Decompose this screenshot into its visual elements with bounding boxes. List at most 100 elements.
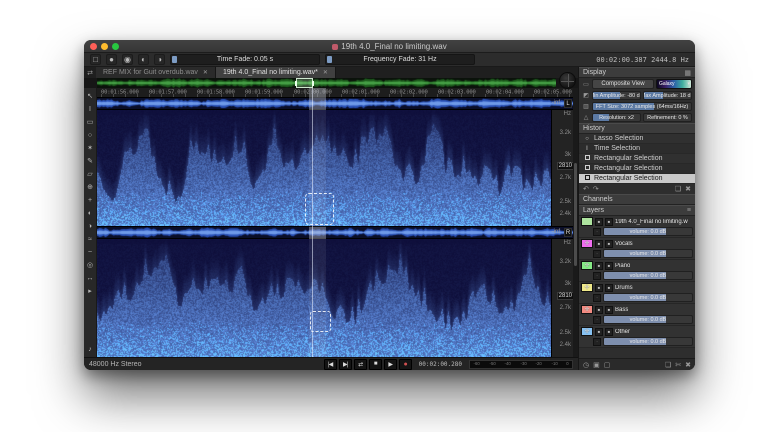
tool-clone-stamp-icon[interactable]: ⊕ (85, 182, 96, 192)
duplicate-icon[interactable]: ❏ (675, 185, 681, 193)
overview-navigator[interactable] (84, 78, 578, 88)
unlink-channels-icon[interactable]: ▢ (604, 361, 611, 369)
history-item-lasso[interactable]: ○Lasso Selection (579, 134, 695, 144)
frequency-fade-slider[interactable]: Frequency Fade: 31 Hz (325, 54, 475, 65)
colormap-select[interactable]: Galaxy ▾ (656, 79, 692, 89)
tool-transform-icon[interactable]: ↖ (85, 91, 96, 101)
spectrogram-canvas-left[interactable] (97, 110, 551, 226)
subtract-selection-icon[interactable]: ◐ (138, 54, 149, 65)
automation-toggle[interactable]: · (593, 338, 601, 346)
tool-playback-icon[interactable]: ▸ (85, 286, 96, 296)
waveform-right[interactable] (97, 227, 578, 238)
visibility-toggle[interactable]: ■ (595, 306, 603, 314)
composite-view-button[interactable]: Composite View (592, 79, 654, 89)
resolution-slider[interactable]: Resolution: x2 (592, 113, 641, 122)
link-channels-icon[interactable]: ▣ (593, 361, 600, 369)
fft-size-slider[interactable]: FFT Size: 3072 samples (64ms/16Hz) (592, 102, 692, 111)
visibility-toggle[interactable]: ■ (595, 284, 603, 292)
tool-magic-wand-icon[interactable]: ✶ (85, 143, 96, 153)
history-panel-header[interactable]: History (579, 123, 695, 134)
layer-volume-slider[interactable]: volume: 0.0 dB (603, 249, 693, 258)
automation-toggle[interactable]: · (593, 316, 601, 324)
close-tab-icon[interactable]: ✕ (323, 69, 328, 76)
automation-toggle[interactable]: · (593, 272, 601, 280)
min-amplitude-slider[interactable]: Min Amplitude: -80 dB (592, 91, 641, 100)
history-item-rect-2[interactable]: Rectangular Selection (579, 164, 695, 174)
tool-monitor-icon[interactable]: ♪ (85, 344, 96, 354)
vertical-scrollbar[interactable] (573, 88, 578, 357)
waveform-strip-left[interactable]: -inf L (97, 98, 578, 110)
tool-lasso-selection-icon[interactable]: ○ (85, 130, 96, 140)
tab-ref-mix[interactable]: REF MIX for Guit overdub.wav ✕ (96, 67, 216, 78)
undo-icon[interactable]: ↶ (583, 185, 589, 193)
tool-burn-icon[interactable]: ◑ (85, 221, 96, 231)
layer-row-piano[interactable]: ✛ ■ ■ Piano · volume: 0.0 dB (579, 260, 695, 282)
layer-row-other[interactable]: ✛ ■ ■ Other · volume: 0.0 dB (579, 326, 695, 348)
tool-smooth-icon[interactable]: ≈ (85, 234, 96, 244)
waveform-left[interactable] (97, 98, 578, 109)
tool-brush-icon[interactable]: ✎ (85, 156, 96, 166)
max-amplitude-slider[interactable]: Max Amplitude: 18 dB (643, 91, 692, 100)
layer-color-swatch[interactable]: ✛ (581, 261, 593, 270)
new-layer-icon[interactable]: ❏ (665, 361, 671, 369)
layer-row-drums[interactable]: ✛ ■ ■ Drums · volume: 0.0 dB (579, 282, 695, 304)
layer-volume-slider[interactable]: volume: 0.0 dB (603, 293, 693, 302)
tool-heal-icon[interactable]: + (85, 195, 96, 205)
slider-handle[interactable] (172, 56, 177, 63)
layer-row-vocals[interactable]: ✛ ■ ■ Vocals · volume: 0.0 dB (579, 238, 695, 260)
tab-overflow-icon[interactable]: ⇄ (84, 67, 96, 78)
layer-color-swatch[interactable]: ✛ (581, 327, 593, 336)
display-panel-header[interactable]: Display ▦ (579, 67, 695, 78)
navigator-handle-right[interactable] (312, 81, 314, 86)
go-to-end-button[interactable]: ▶| (339, 359, 352, 370)
layer-color-swatch[interactable]: ✛ (581, 283, 593, 292)
layer-row-bass[interactable]: ✛ ■ ■ Bass · volume: 0.0 dB (579, 304, 695, 326)
solo-toggle[interactable]: ■ (605, 262, 613, 270)
automation-toggle[interactable]: · (593, 294, 601, 302)
visibility-toggle[interactable]: ■ (595, 328, 603, 336)
tool-time-selection-icon[interactable]: Ι (85, 104, 96, 114)
time-ruler[interactable]: 00:01:56.000 00:01:57.000 00:01:58.000 0… (97, 88, 578, 98)
loop-button[interactable]: ⇄ (354, 359, 367, 370)
solo-toggle[interactable]: ■ (605, 306, 613, 314)
solo-toggle[interactable]: ■ (605, 218, 613, 226)
panel-menu-icon[interactable]: ▦ (684, 69, 691, 77)
tool-eraser-icon[interactable]: ▱ (85, 169, 96, 179)
selection-tool-icon[interactable]: □ (90, 54, 101, 65)
layer-color-swatch[interactable]: ✛ (581, 305, 593, 314)
layer-volume-slider[interactable]: volume: 0.0 dB (603, 271, 693, 280)
spectrogram-left[interactable]: Hz 3.2k 3k 2810 2.7k 2.5k 2.4k (97, 110, 578, 227)
refinement-slider[interactable]: Refinement: 0 % (643, 113, 692, 122)
solo-toggle[interactable]: ■ (605, 240, 613, 248)
scrollbar-thumb[interactable] (574, 163, 577, 265)
layers-panel-header[interactable]: Layers ≡ (579, 205, 695, 216)
record-button[interactable]: ● (399, 359, 412, 370)
go-to-start-button[interactable]: |◀ (324, 359, 337, 370)
time-fade-slider[interactable]: Time Fade: 0.05 s (170, 54, 320, 65)
solo-toggle[interactable]: ■ (605, 328, 613, 336)
layer-volume-slider[interactable]: volume: 0.0 dB (603, 337, 693, 346)
visibility-toggle[interactable]: ■ (595, 218, 603, 226)
group-volume-slider[interactable]: volume: 0.0 dB (603, 227, 693, 236)
navigation-knob[interactable] (559, 72, 576, 89)
tool-zoom-icon[interactable]: ◎ (85, 260, 96, 270)
slider-handle[interactable] (327, 56, 332, 63)
menu-icon[interactable]: ≡ (687, 207, 691, 214)
automation-toggle[interactable]: · (593, 228, 601, 236)
tool-pan-icon[interactable]: ↔ (85, 273, 96, 283)
tool-rectangular-selection-icon[interactable]: ▭ (85, 117, 96, 127)
navigator-view-window[interactable] (296, 78, 313, 88)
add-selection-icon[interactable]: ◉ (122, 54, 133, 65)
redo-icon[interactable]: ↷ (593, 185, 599, 193)
history-item-rect-1[interactable]: Rectangular Selection (579, 154, 695, 164)
history-state-icon[interactable]: ◷ (583, 361, 589, 369)
layer-color-swatch[interactable]: ✛ (581, 239, 593, 248)
cut-layer-icon[interactable]: ✄ (675, 361, 681, 369)
play-button[interactable]: ▶ (384, 359, 397, 370)
close-tab-icon[interactable]: ✕ (203, 69, 208, 76)
tool-amplify-icon[interactable]: ~ (85, 247, 96, 257)
visibility-toggle[interactable]: ■ (595, 240, 603, 248)
visibility-toggle[interactable]: ■ (595, 262, 603, 270)
spectrogram-canvas-right[interactable] (97, 239, 551, 357)
tab-19th-final[interactable]: 19th 4.0_Final no limiting.wav* ✕ (216, 67, 336, 78)
